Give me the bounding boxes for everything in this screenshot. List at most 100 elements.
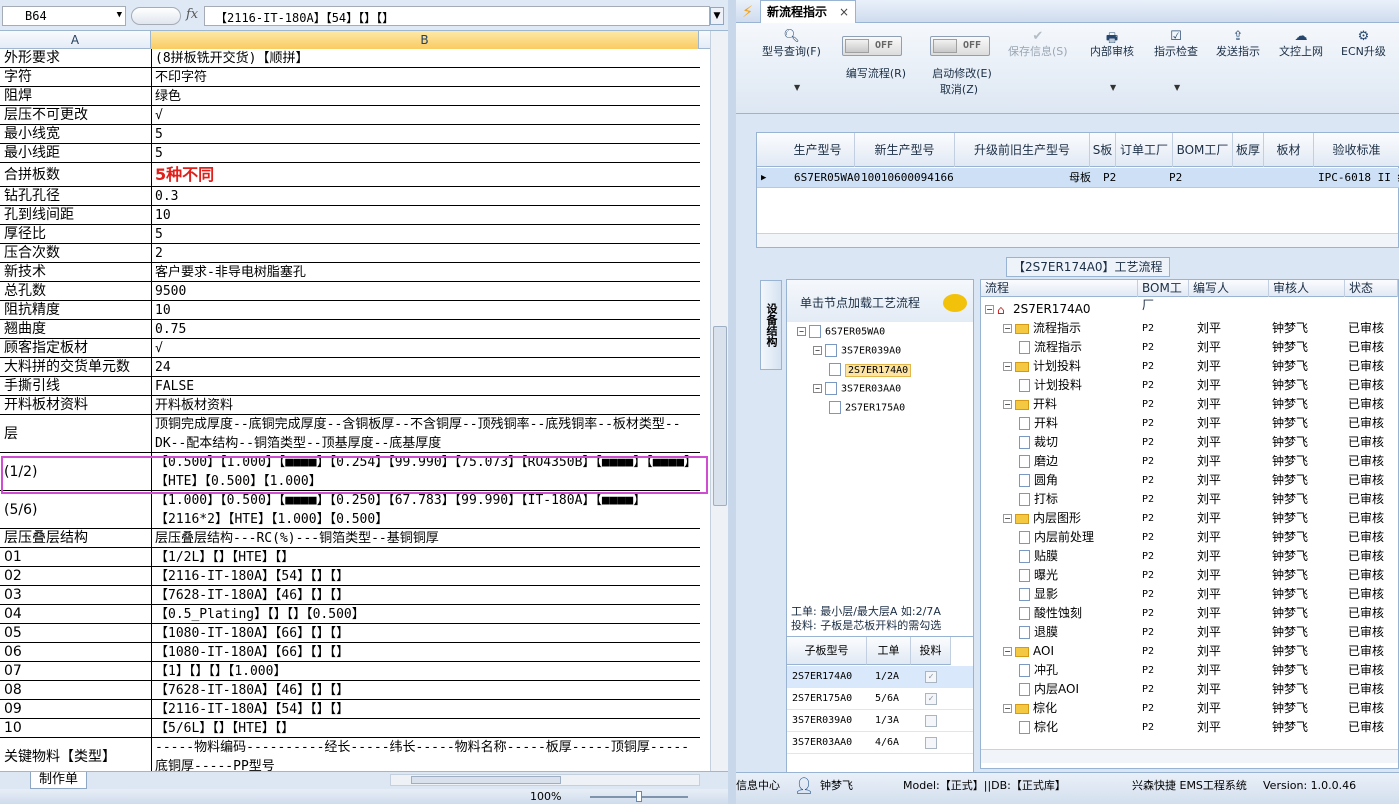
internal-review-button[interactable]: 🖶︎ 内部审核 [1090, 29, 1134, 59]
expand-formula-icon[interactable]: ▼ [710, 7, 724, 25]
flow-node[interactable]: 曝光 [1019, 566, 1058, 585]
cell-a[interactable]: 开料板材资料 [2, 396, 151, 415]
sheet-row[interactable]: 04 【0.5_Plating】【】【】【0.500】 [0, 605, 700, 624]
horizontal-scrollbar[interactable] [757, 233, 1398, 247]
cell-a[interactable]: 01 [2, 548, 151, 567]
tab-new-flow-instruction[interactable]: 新流程指示 × [760, 0, 857, 23]
grid-column-header[interactable]: 订单工厂 [1116, 133, 1173, 167]
cell-a[interactable]: 手撕引线 [2, 377, 151, 396]
flow-column-header[interactable]: 流程 [981, 280, 1138, 297]
cell-a[interactable]: 最小线宽 [2, 125, 151, 144]
feed-checkbox[interactable] [925, 715, 937, 727]
formula-tools-button[interactable] [131, 7, 181, 25]
grid-column-header[interactable]: 板厚 [1233, 133, 1264, 167]
flow-node[interactable]: − 开料 [1003, 395, 1057, 414]
collapse-icon[interactable]: − [1003, 324, 1012, 333]
flow-node[interactable]: − 内层图形 [1003, 509, 1081, 528]
horizontal-scrollbar[interactable] [390, 774, 700, 786]
sheet-row[interactable]: 03 【7628-IT-180A】【46】【】【】 [0, 586, 700, 605]
cell-b[interactable]: 顶铜完成厚度--底铜完成厚度--含铜板厚--不含铜厚--顶残铜率--底残铜率--… [151, 415, 699, 453]
cell-a[interactable]: 翘曲度 [2, 320, 151, 339]
feed-checkbox[interactable] [925, 737, 937, 749]
cell-b[interactable]: (8拼板铣开交货)【顺拼】 [151, 49, 699, 68]
sheet-row[interactable]: 合拼板数 5种不同 [0, 163, 700, 187]
cell-b[interactable]: 【2116-IT-180A】【54】【】【】 [151, 567, 699, 586]
cell-b[interactable]: 10 [151, 301, 699, 320]
flow-row[interactable]: 冲孔 P2 刘平 钟梦飞 已审核 [981, 661, 1398, 680]
chevron-down-icon[interactable]: ▼ [1174, 83, 1180, 92]
name-box[interactable]: B64 ▼ [2, 6, 126, 26]
flow-node[interactable]: 内层前处理 [1019, 528, 1094, 547]
cell-b[interactable]: 客户要求-非导电树脂塞孔 [151, 263, 699, 282]
cell-a[interactable]: 钻孔孔径 [2, 187, 151, 206]
sub-grid-row[interactable]: 3S7ER039A0 1/3A [787, 710, 973, 732]
sheet-row[interactable]: 开料板材资料 开料板材资料 [0, 396, 700, 415]
sheet-row[interactable]: 阻抗精度 10 [0, 301, 700, 320]
sheet-row[interactable]: 字符 不印字符 [0, 68, 700, 87]
cell-b[interactable]: √ [151, 339, 699, 358]
sheet-row[interactable]: 层压叠层结构 层压叠层结构---RC(%)---铜箔类型--基铜铜厚 [0, 529, 700, 548]
flow-row[interactable]: 内层AOI P2 刘平 钟梦飞 已审核 [981, 680, 1398, 699]
grid-cell[interactable]: 10010600094166 [861, 168, 954, 188]
sub-grid-row[interactable]: 3S7ER03AA0 4/6A [787, 732, 973, 754]
cell-a[interactable]: 10 [2, 719, 151, 738]
flow-row[interactable]: 显影 P2 刘平 钟梦飞 已审核 [981, 585, 1398, 604]
flow-row[interactable]: − 开料 P2 刘平 钟梦飞 已审核 [981, 395, 1398, 414]
grid-cell[interactable]: 6S7ER05WA0 [794, 168, 860, 188]
flow-row[interactable]: 裁切 P2 刘平 钟梦飞 已审核 [981, 433, 1398, 452]
column-header-a[interactable]: A [0, 31, 151, 49]
cell-b[interactable]: 0.75 [151, 320, 699, 339]
cell-a[interactable]: 外形要求 [2, 49, 151, 68]
cell-b[interactable]: 【7628-IT-180A】【46】【】【】 [151, 681, 699, 700]
cell-a[interactable]: 07 [2, 662, 151, 681]
collapse-icon[interactable]: − [1003, 514, 1012, 523]
grid-column-header[interactable]: S板 [1090, 133, 1116, 167]
cell-a[interactable]: 压合次数 [2, 244, 151, 263]
info-center[interactable]: 信息中心 [736, 773, 780, 799]
flow-row[interactable]: − 棕化 P2 刘平 钟梦飞 已审核 [981, 699, 1398, 718]
zoom-slider-thumb[interactable] [636, 791, 642, 802]
cell-b[interactable]: 5 [151, 125, 699, 144]
feed-checkbox[interactable]: ✓ [925, 671, 937, 683]
cell-b[interactable]: 层压叠层结构---RC(%)---铜箔类型--基铜铜厚 [151, 529, 699, 548]
cell-a[interactable]: (5/6) [2, 491, 151, 529]
cell-a[interactable]: 层压不可更改 [2, 106, 151, 125]
cell-b[interactable]: 【1.000】【0.500】【■■■■】【0.250】【67.783】【99.9… [151, 491, 699, 529]
grid-cell[interactable]: P2 [1103, 168, 1116, 188]
collapse-icon[interactable]: − [813, 384, 822, 393]
cancel-button[interactable]: 取消(Z) [934, 81, 984, 97]
cell-a[interactable]: 03 [2, 586, 151, 605]
scrollbar-thumb[interactable] [411, 776, 561, 784]
horizontal-scrollbar[interactable] [981, 749, 1398, 763]
flow-row[interactable]: − ⌂ 2S7ER174A0 [981, 300, 1398, 319]
cell-b[interactable]: 【5/6L】【】【HTE】【】 [151, 719, 699, 738]
edit-flow-toggle[interactable]: OFF [842, 36, 902, 56]
cell-a[interactable]: 02 [2, 567, 151, 586]
flow-node[interactable]: 磨边 [1019, 452, 1058, 471]
cell-b[interactable]: 【0.5_Plating】【】【】【0.500】 [151, 605, 699, 624]
cell-a[interactable]: 04 [2, 605, 151, 624]
flow-row[interactable]: 打标 P2 刘平 钟梦飞 已审核 [981, 490, 1398, 509]
cell-b[interactable]: 【1】【】【】【1.000】 [151, 662, 699, 681]
close-icon[interactable]: × [839, 5, 849, 19]
cell-b[interactable]: 24 [151, 358, 699, 377]
cell-b[interactable]: √ [151, 106, 699, 125]
flow-node[interactable]: − 计划投料 [1003, 357, 1081, 376]
flow-node[interactable]: 打标 [1019, 490, 1058, 509]
chevron-down-icon[interactable]: ▼ [794, 83, 800, 92]
sub-grid-row[interactable]: 2S7ER175A0 5/6A ✓ [787, 688, 973, 710]
cell-b[interactable]: 【2116-IT-180A】【54】【】【】 [151, 700, 699, 719]
tree-node[interactable]: − 3S7ER039A0 [813, 344, 901, 357]
chevron-down-icon[interactable]: ▼ [117, 10, 122, 20]
model-query-button[interactable]: 🔍︎ 型号查询(F) [762, 29, 821, 59]
instruction-check-button[interactable]: ☑ 指示检查 [1154, 29, 1198, 59]
sheet-row[interactable]: 钻孔孔径 0.3 [0, 187, 700, 206]
flow-row[interactable]: − AOI P2 刘平 钟梦飞 已审核 [981, 642, 1398, 661]
sheet-row[interactable]: 08 【7628-IT-180A】【46】【】【】 [0, 681, 700, 700]
cell-a[interactable]: 总孔数 [2, 282, 151, 301]
flow-node[interactable]: 棕化 [1019, 718, 1058, 737]
cell-a[interactable]: 大料拼的交货单元数 [2, 358, 151, 377]
sheet-row[interactable]: 层顶铜完成厚度--底铜完成厚度--含铜板厚--不含铜厚--顶残铜率--底残铜率-… [0, 415, 700, 453]
function-icon[interactable]: fx [186, 7, 198, 22]
cell-a[interactable]: 08 [2, 681, 151, 700]
